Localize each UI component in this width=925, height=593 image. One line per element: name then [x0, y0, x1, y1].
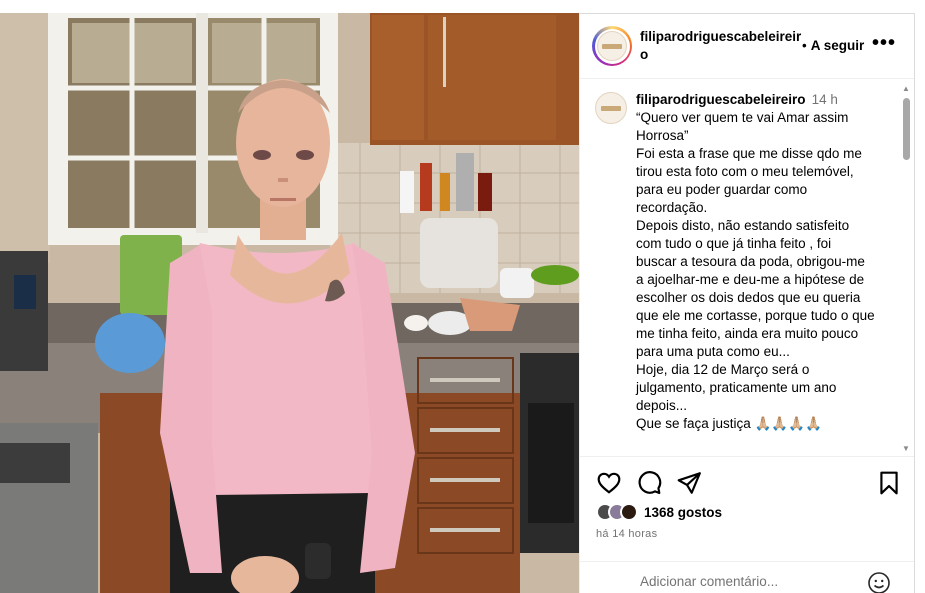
caption-line: Depois disto, não estando satisfeito	[636, 218, 850, 233]
caption-time: 14 h	[811, 92, 838, 107]
caption-line: escolher os dois dedos que eu queria	[636, 290, 861, 305]
caption-scrollbar[interactable]: ▲ ▼	[900, 80, 912, 455]
profile-avatar[interactable]	[592, 26, 632, 66]
emoji-icon[interactable]	[867, 571, 891, 593]
caption-line: Que se faça justiça 🙏🏼🙏🏼🙏🏼🙏🏼	[636, 416, 822, 431]
post-header: filiparodriguescabeleireir o • A seguir •…	[580, 14, 914, 79]
scroll-down-icon[interactable]: ▼	[902, 444, 910, 453]
caption-line: Foi esta a frase que me disse qdo me	[636, 146, 862, 161]
heart-icon[interactable]	[596, 470, 622, 496]
caption-line: para uma puta como eu...	[636, 344, 790, 359]
share-icon[interactable]	[676, 470, 702, 496]
likes-count[interactable]: 1368 gostos	[644, 505, 722, 520]
following-label[interactable]: A seguir	[811, 38, 865, 53]
caption-line: com tudo o que já tinha feito , foi	[636, 236, 832, 251]
caption-text: filiparodriguescabeleireiro 14 h “Quero v…	[636, 91, 896, 433]
likes-row[interactable]: 1368 gostos	[596, 503, 722, 521]
caption-line: tirou esta foto com o meu telemóvel,	[636, 164, 854, 179]
post-username[interactable]: filiparodriguescabeleireir o	[640, 28, 810, 64]
caption-line: buscar a tesoura da poda, obrigou-me	[636, 254, 865, 269]
post-image	[0, 13, 579, 593]
caption-line: “Quero ver quem te vai Amar assim	[636, 110, 849, 125]
caption-username[interactable]: filiparodriguescabeleireiro	[636, 92, 806, 107]
separator-dot: •	[802, 38, 807, 53]
caption-line: que ele me cortasse, porque tudo o que	[636, 308, 875, 323]
comment-icon[interactable]	[636, 470, 662, 496]
caption-line: Horrosa”	[636, 128, 689, 143]
post-photo[interactable]	[0, 13, 579, 593]
scroll-up-icon[interactable]: ▲	[902, 84, 910, 93]
caption-line: depois...	[636, 398, 688, 413]
post-side-panel: filiparodriguescabeleireir o • A seguir •…	[579, 13, 915, 593]
following-button[interactable]: • A seguir	[802, 38, 864, 53]
post-actions: 1368 gostos há 14 horas	[580, 456, 914, 593]
username-line-1[interactable]: filiparodriguescabeleireir	[640, 28, 810, 46]
liker-avatar	[620, 503, 638, 521]
caption-line: para eu poder guardar como	[636, 182, 808, 197]
bookmark-icon[interactable]	[876, 470, 902, 496]
caption-line: recordação.	[636, 200, 708, 215]
comment-input[interactable]	[640, 574, 860, 589]
post-timestamp: há 14 horas	[596, 528, 658, 540]
comment-bar	[580, 561, 914, 593]
caption-line: julgamento, praticamente um ano	[636, 380, 837, 395]
more-options-icon[interactable]: •••	[872, 32, 896, 55]
scrollbar-thumb[interactable]	[903, 98, 910, 160]
caption-line: a ajoelhar-me e deu-me a hipótese de	[636, 272, 865, 287]
salon-logo-icon	[597, 31, 627, 61]
caption-area: filiparodriguescabeleireiro 14 h “Quero v…	[580, 80, 914, 455]
caption-line: me tinha feito, ainda era muito pouco	[636, 326, 859, 341]
caption-line: Hoje, dia 12 de Março será o	[636, 362, 810, 377]
username-line-2[interactable]: o	[640, 46, 810, 64]
caption-avatar[interactable]	[595, 92, 627, 124]
